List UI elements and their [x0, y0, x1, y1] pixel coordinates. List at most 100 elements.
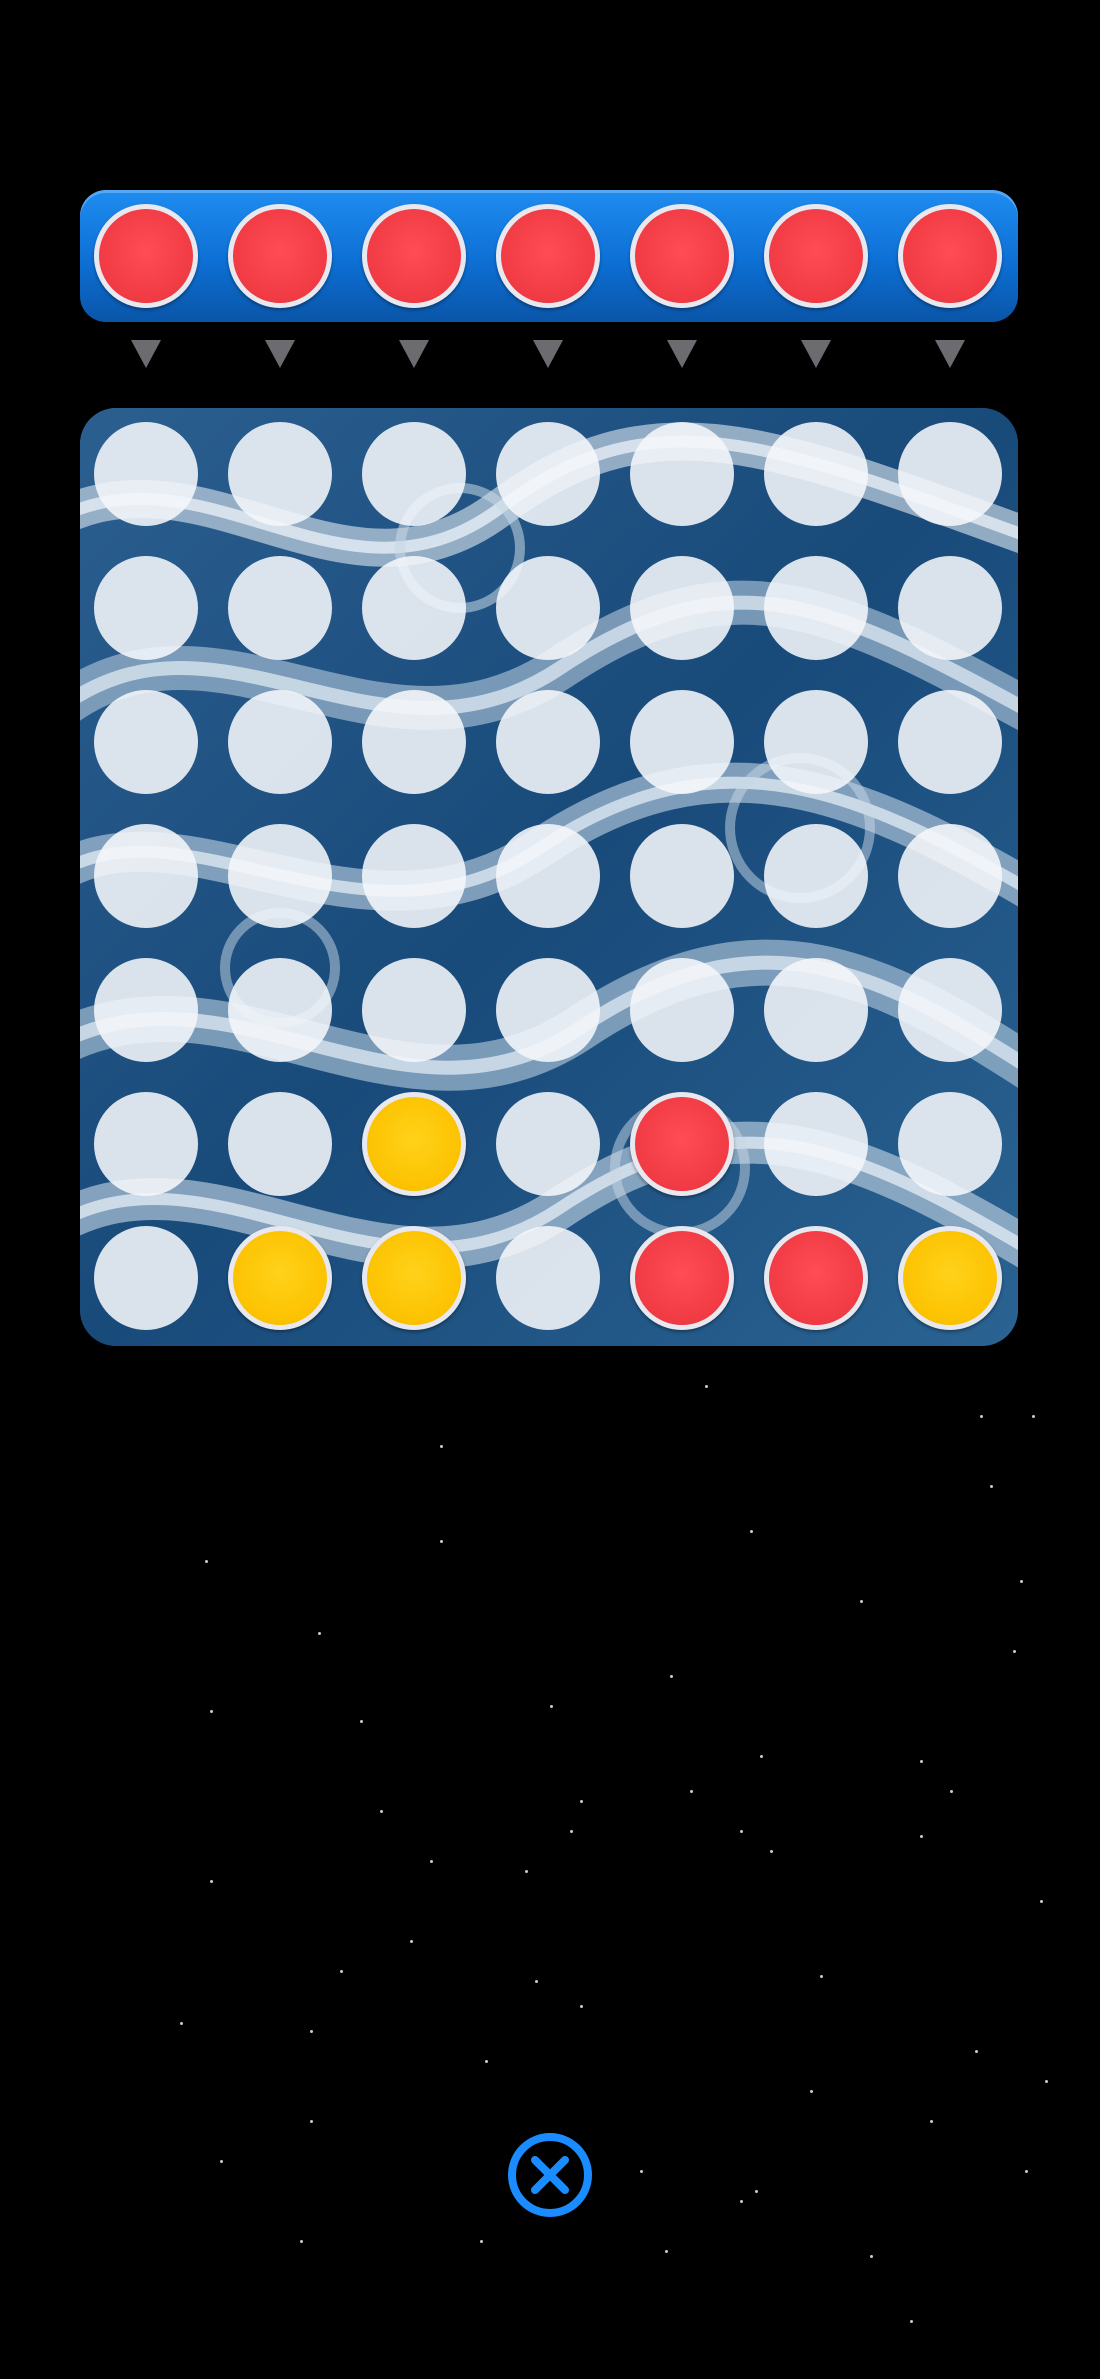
empty-slot[interactable]	[496, 690, 600, 794]
empty-slot[interactable]	[630, 824, 734, 928]
star	[1032, 1415, 1035, 1418]
star	[870, 2255, 873, 2258]
empty-slot[interactable]	[898, 556, 1002, 660]
star	[440, 1445, 443, 1448]
empty-slot[interactable]	[496, 958, 600, 1062]
star	[920, 1835, 923, 1838]
empty-slot[interactable]	[630, 958, 734, 1062]
star	[665, 2250, 668, 2253]
star	[1045, 2080, 1048, 2083]
red-chip[interactable]	[630, 1226, 734, 1330]
empty-slot[interactable]	[898, 958, 1002, 1062]
red-chip[interactable]	[764, 1226, 868, 1330]
empty-slot[interactable]	[496, 1226, 600, 1330]
empty-slot[interactable]	[496, 1092, 600, 1196]
star	[750, 1530, 753, 1533]
star	[210, 1880, 213, 1883]
star	[1020, 1580, 1023, 1583]
star	[580, 2005, 583, 2008]
game-board	[80, 408, 1018, 1346]
empty-slot[interactable]	[764, 824, 868, 928]
empty-slot[interactable]	[496, 824, 600, 928]
star	[910, 2320, 913, 2323]
empty-slot[interactable]	[898, 1092, 1002, 1196]
star	[430, 1860, 433, 1863]
star	[220, 2160, 223, 2163]
empty-slot[interactable]	[764, 422, 868, 526]
empty-slot[interactable]	[764, 958, 868, 1062]
empty-slot[interactable]	[362, 690, 466, 794]
empty-slot[interactable]	[94, 422, 198, 526]
star	[480, 2240, 483, 2243]
empty-slot[interactable]	[496, 422, 600, 526]
empty-slot[interactable]	[94, 690, 198, 794]
empty-slot[interactable]	[898, 824, 1002, 928]
empty-slot[interactable]	[94, 556, 198, 660]
star	[930, 2120, 933, 2123]
star	[770, 1850, 773, 1853]
drop-chip-column-1[interactable]	[94, 204, 198, 308]
star	[920, 1760, 923, 1763]
drop-chip-column-4[interactable]	[496, 204, 600, 308]
empty-slot[interactable]	[228, 690, 332, 794]
empty-slot[interactable]	[630, 422, 734, 526]
empty-slot[interactable]	[630, 556, 734, 660]
star	[1025, 2170, 1028, 2173]
empty-slot[interactable]	[362, 958, 466, 1062]
empty-slot[interactable]	[764, 690, 868, 794]
yellow-chip[interactable]	[898, 1226, 1002, 1330]
star	[1013, 1650, 1016, 1653]
star	[670, 1675, 673, 1678]
empty-slot[interactable]	[94, 958, 198, 1062]
close-button[interactable]	[505, 2130, 595, 2220]
empty-slot[interactable]	[496, 556, 600, 660]
yellow-chip[interactable]	[362, 1092, 466, 1196]
star	[975, 2050, 978, 2053]
empty-slot[interactable]	[94, 1092, 198, 1196]
star	[180, 2022, 183, 2025]
empty-slot[interactable]	[228, 958, 332, 1062]
empty-slot[interactable]	[898, 422, 1002, 526]
triangle-down-icon	[265, 340, 295, 368]
star	[300, 2240, 303, 2243]
empty-slot[interactable]	[228, 824, 332, 928]
star	[640, 2170, 643, 2173]
empty-slot[interactable]	[362, 556, 466, 660]
empty-slot[interactable]	[898, 690, 1002, 794]
drop-chip-column-2[interactable]	[228, 204, 332, 308]
empty-slot[interactable]	[362, 824, 466, 928]
drop-chip-column-7[interactable]	[898, 204, 1002, 308]
yellow-chip[interactable]	[228, 1226, 332, 1330]
drop-chip-column-3[interactable]	[362, 204, 466, 308]
red-chip[interactable]	[630, 1092, 734, 1196]
star	[210, 1710, 213, 1713]
star	[410, 1940, 413, 1943]
star	[950, 1790, 953, 1793]
star	[485, 2060, 488, 2063]
drop-chip-column-5[interactable]	[630, 204, 734, 308]
star	[310, 2120, 313, 2123]
empty-slot[interactable]	[228, 422, 332, 526]
star	[820, 1975, 823, 1978]
star	[535, 1980, 538, 1983]
empty-slot[interactable]	[764, 1092, 868, 1196]
star	[1040, 1900, 1043, 1903]
star	[860, 1600, 863, 1603]
star	[755, 2190, 758, 2193]
empty-slot[interactable]	[228, 1092, 332, 1196]
empty-slot[interactable]	[630, 690, 734, 794]
drop-chip-column-6[interactable]	[764, 204, 868, 308]
close-circle-icon	[508, 2133, 592, 2217]
star	[525, 1870, 528, 1873]
star	[810, 2090, 813, 2093]
star	[690, 1790, 693, 1793]
triangle-down-icon	[131, 340, 161, 368]
empty-slot[interactable]	[764, 556, 868, 660]
yellow-chip[interactable]	[362, 1226, 466, 1330]
drop-row	[80, 190, 1018, 322]
empty-slot[interactable]	[362, 422, 466, 526]
empty-slot[interactable]	[94, 1226, 198, 1330]
star	[990, 1485, 993, 1488]
empty-slot[interactable]	[94, 824, 198, 928]
empty-slot[interactable]	[228, 556, 332, 660]
